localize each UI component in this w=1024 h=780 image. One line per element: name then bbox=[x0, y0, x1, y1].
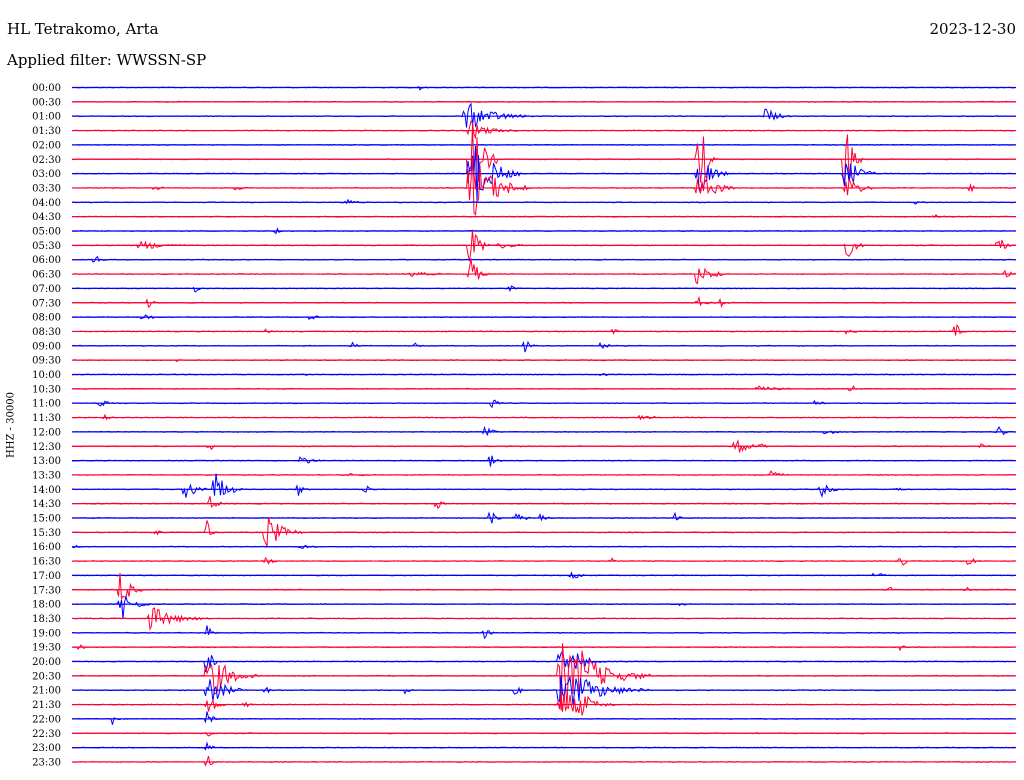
row-label-1230: 12:30 bbox=[32, 442, 61, 453]
row-label-0630: 06:30 bbox=[32, 270, 61, 281]
row-label-1600: 16:00 bbox=[32, 542, 61, 553]
row-label-1500: 15:00 bbox=[32, 514, 61, 525]
row-label-0000: 00:00 bbox=[32, 83, 61, 94]
trace-1430 bbox=[71, 496, 1016, 510]
row-label-0230: 02:30 bbox=[32, 155, 61, 166]
row-label-0730: 07:30 bbox=[32, 298, 61, 309]
trace-2330 bbox=[71, 755, 1016, 767]
row-label-1330: 13:30 bbox=[32, 470, 61, 481]
row-label-1100: 11:00 bbox=[32, 399, 61, 410]
row-label-0900: 09:00 bbox=[32, 341, 61, 352]
row-label-0500: 05:00 bbox=[32, 227, 61, 238]
row-label-2300: 23:00 bbox=[32, 743, 61, 754]
trace-2300 bbox=[71, 741, 1016, 751]
trace-2200 bbox=[71, 711, 1016, 725]
trace-0630 bbox=[71, 258, 1016, 285]
row-label-1400: 14:00 bbox=[32, 485, 61, 496]
row-label-0930: 09:30 bbox=[32, 356, 61, 367]
row-label-2030: 20:30 bbox=[32, 671, 61, 682]
row-label-2100: 21:00 bbox=[32, 686, 61, 697]
row-label-1130: 11:30 bbox=[32, 413, 61, 424]
row-label-1300: 13:00 bbox=[32, 456, 61, 467]
trace-0230 bbox=[71, 125, 1016, 190]
row-label-0830: 08:30 bbox=[32, 327, 61, 338]
row-label-1700: 17:00 bbox=[32, 571, 61, 582]
row-label-0400: 04:00 bbox=[32, 198, 61, 209]
row-label-0030: 00:30 bbox=[32, 97, 61, 108]
row-label-2200: 22:00 bbox=[32, 714, 61, 725]
row-label-1200: 12:00 bbox=[32, 427, 61, 438]
row-label-1900: 19:00 bbox=[32, 628, 61, 639]
row-label-1800: 18:00 bbox=[32, 600, 61, 611]
row-label-0800: 08:00 bbox=[32, 313, 61, 324]
trace-0830 bbox=[71, 323, 1016, 336]
trace-0330 bbox=[72, 157, 1016, 216]
trace-1800 bbox=[71, 595, 1016, 619]
trace-0130 bbox=[72, 120, 1016, 140]
trace-1900 bbox=[71, 625, 1016, 640]
row-label-1430: 14:30 bbox=[32, 499, 61, 510]
row-label-1530: 15:30 bbox=[32, 528, 61, 539]
row-label-1930: 19:30 bbox=[32, 643, 61, 654]
row-label-1730: 17:30 bbox=[32, 585, 61, 596]
trace-1200 bbox=[72, 425, 1016, 437]
row-label-0300: 03:00 bbox=[32, 169, 61, 180]
row-label-0330: 03:30 bbox=[32, 183, 61, 194]
trace-0900 bbox=[71, 340, 1016, 353]
row-label-2230: 22:30 bbox=[32, 729, 61, 740]
trace-1730 bbox=[71, 572, 1016, 600]
row-label-1000: 10:00 bbox=[32, 370, 61, 381]
row-label-0200: 02:00 bbox=[32, 140, 61, 151]
trace-0700 bbox=[71, 285, 1016, 293]
row-label-0530: 05:30 bbox=[32, 241, 61, 252]
row-label-1630: 16:30 bbox=[32, 557, 61, 568]
row-label-0130: 01:30 bbox=[32, 126, 61, 137]
row-label-0600: 06:00 bbox=[32, 255, 61, 266]
helicorder-plot: 00:00 00:30 01:00 01:30 02:00 02:30 03:00 03:30… bbox=[32, 83, 1016, 768]
row-label-1830: 18:30 bbox=[32, 614, 61, 625]
row-label-2330: 23:30 bbox=[32, 757, 61, 768]
trace-1400 bbox=[71, 473, 1016, 498]
row-label-0430: 04:30 bbox=[32, 212, 61, 223]
row-label-1030: 10:30 bbox=[32, 384, 61, 395]
row-label-2000: 20:00 bbox=[32, 657, 61, 668]
row-label-0700: 07:00 bbox=[32, 284, 61, 295]
row-label-0100: 01:00 bbox=[32, 112, 61, 123]
row-label-2130: 21:30 bbox=[32, 700, 61, 711]
